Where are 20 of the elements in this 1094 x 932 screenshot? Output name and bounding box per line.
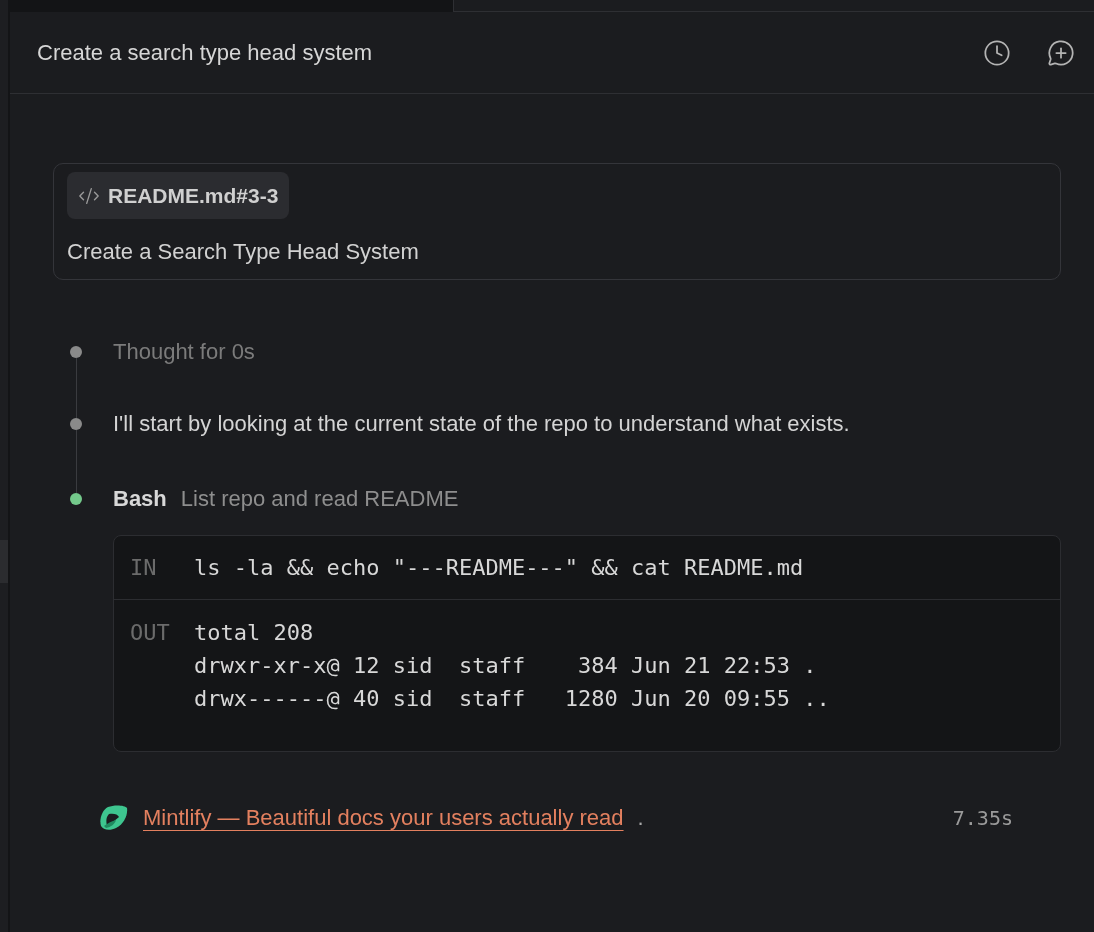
output-line: total 208	[194, 619, 315, 647]
command-text: ls -la && echo "---README---" && cat README.md	[194, 554, 804, 582]
new-chat-icon[interactable]	[1047, 38, 1075, 67]
output-line: drwxr-xr-x@ 12 sid staff 384 Jun 21 22:53 .	[194, 652, 818, 680]
output-line: drwx------@ 40 sid staff 1280 Jun 20 09:55 ..	[194, 685, 830, 713]
leaf-logo-icon	[100, 805, 128, 831]
sponsor-link[interactable]: Mintlify — Beautiful docs your users actually read	[143, 803, 624, 833]
duration-text: 7.35s	[952, 805, 1013, 832]
conversation-title: Create a search type head system	[37, 39, 373, 67]
scrollbar-thumb[interactable]	[0, 540, 8, 583]
tool-description: List repo and read README	[180, 485, 459, 513]
output-label: OUT	[130, 619, 171, 647]
thought-status: Thought for 0s	[113, 338, 256, 366]
history-clock-icon[interactable]	[983, 38, 1011, 67]
assistant-message: I'll start by looking at the current state of the repo to understand what exists.	[113, 410, 851, 438]
input-label: IN	[130, 554, 158, 582]
tool-name: Bash	[113, 485, 167, 513]
file-reference-chip[interactable]: README.md#3-3	[67, 172, 290, 219]
link-suffix: .	[637, 804, 644, 832]
prompt-text: Create a Search Type Head System	[67, 238, 419, 266]
